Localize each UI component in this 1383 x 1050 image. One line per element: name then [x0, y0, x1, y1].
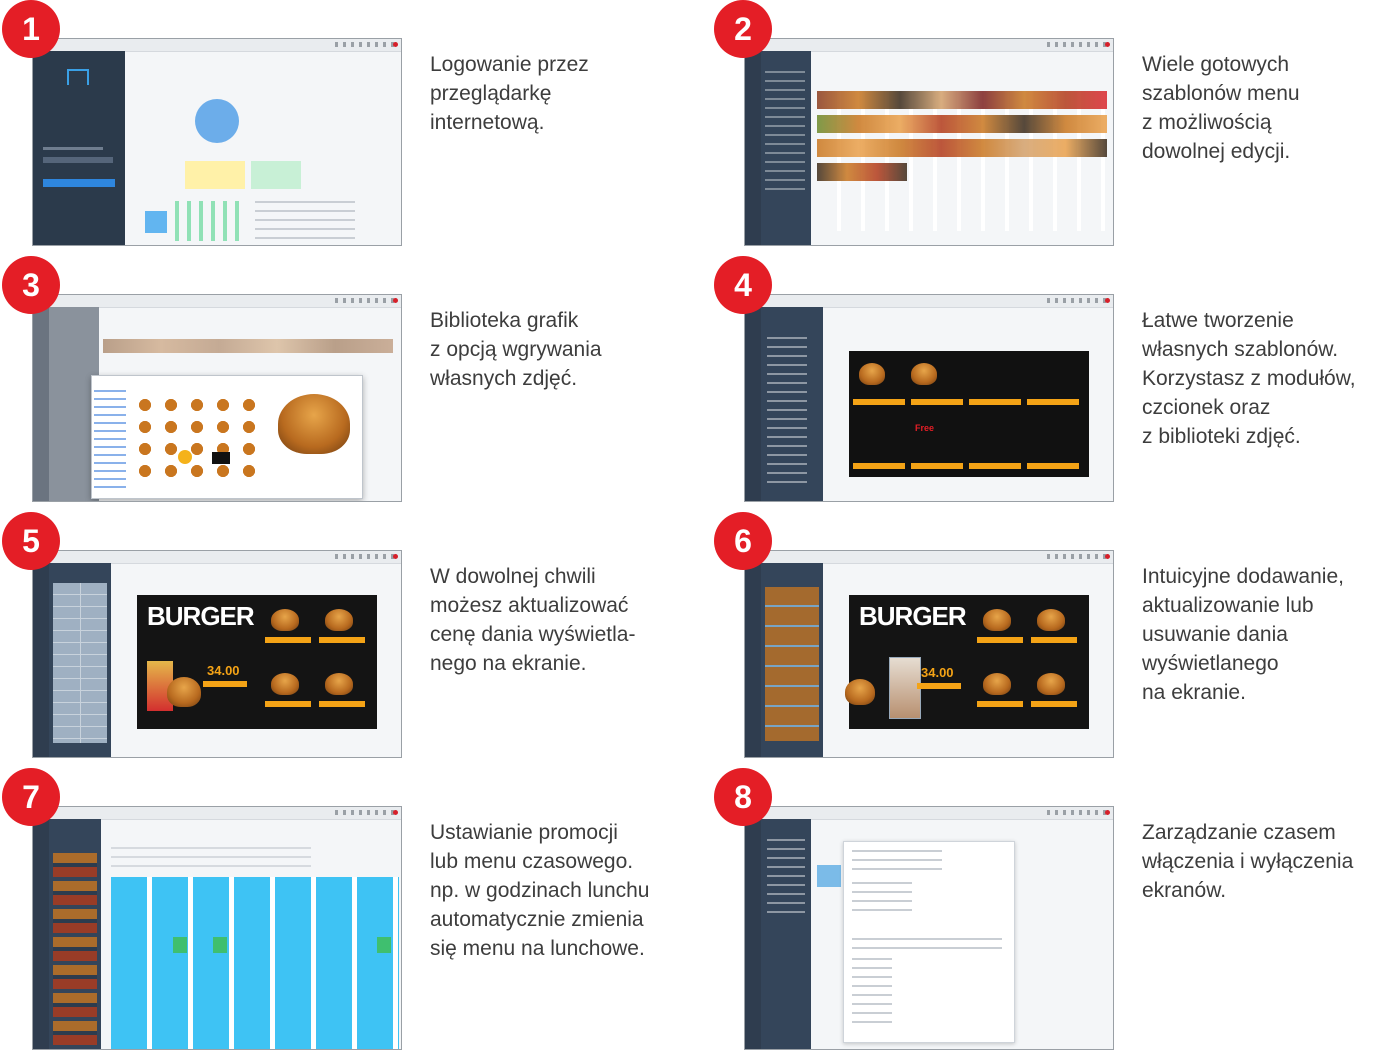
modules-panel	[761, 307, 823, 501]
app-sidebar	[33, 563, 49, 757]
burger-title: BURGER	[147, 601, 255, 631]
app-sidebar	[745, 307, 761, 501]
image-library-screenshot	[32, 294, 402, 502]
template-list-panel	[49, 819, 101, 1049]
step-description: Intuicyjne dodawanie, aktualizowanie lub…	[1142, 565, 1344, 704]
login-field[interactable]	[43, 157, 113, 163]
app-sidebar	[745, 819, 761, 1049]
burger-title: BURGER	[859, 601, 967, 631]
screen-timer-screenshot	[744, 806, 1114, 1050]
login-button[interactable]	[43, 179, 115, 187]
step-description: Biblioteka grafik z opcją wgrywania włas…	[430, 309, 602, 390]
step-7: 7 Ustawianie promocji lub menu czasowego…	[2, 768, 692, 1050]
step-number-badge: 8	[714, 768, 772, 826]
step-2: 2 Wiele gotowych szablonów menu z możliw…	[714, 0, 1383, 250]
logo-icon	[67, 69, 89, 85]
login-screenshot	[32, 38, 402, 246]
step-number-badge: 7	[2, 768, 60, 826]
step-4: 4 Free Łatwe tworzenie własnych szablonó…	[714, 256, 1383, 506]
upload-dialog[interactable]	[91, 375, 363, 499]
dish-edit-screenshot: BURGER 34.00	[744, 550, 1114, 758]
app-sidebar	[745, 563, 761, 757]
dish-image-panel	[761, 563, 823, 757]
step-description: Łatwe tworzenie własnych szablonów. Korz…	[1142, 309, 1356, 448]
module-grid-panel	[49, 563, 111, 757]
power-schedule-dialog[interactable]	[843, 841, 1015, 1043]
burger-menu-board: BURGER 34.00	[137, 595, 377, 729]
step-6: 6 BURGER 34.00 Intuicyjne dodawanie, akt…	[714, 512, 1383, 762]
price-label[interactable]: 34.00	[207, 663, 240, 678]
week-calendar[interactable]	[111, 877, 399, 1049]
step-description: Logowanie przez przeglądarkę internetową…	[430, 53, 589, 134]
step-description: Ustawianie promocji lub menu czasowego. …	[430, 821, 650, 960]
step-3: 3 Biblioteka grafik z opcją wgrywania wł…	[2, 256, 692, 506]
login-panel	[33, 51, 125, 245]
free-label: Free	[915, 423, 935, 433]
burger-menu-board: BURGER 34.00	[845, 595, 1089, 729]
step-5: 5 BURGER 34.00 W dowolnej chwili możesz …	[2, 512, 692, 762]
step-8: 8 Zarządzanie czasem włączenia i wyłącze…	[714, 768, 1383, 1050]
step-number-badge: 4	[714, 256, 772, 314]
step-description: Zarządzanie czasem włączenia i wyłączeni…	[1142, 821, 1354, 902]
price-label[interactable]: 34.00	[921, 665, 954, 680]
schedule-screenshot	[32, 806, 402, 1050]
category-panel	[761, 51, 811, 245]
template-grid	[817, 91, 1107, 231]
step-number-badge: 2	[714, 0, 772, 58]
step-number-badge: 5	[2, 512, 60, 570]
app-sidebar	[745, 51, 761, 245]
step-number-badge: 1	[2, 0, 60, 58]
price-edit-screenshot: BURGER 34.00	[32, 550, 402, 758]
device-thumbnail[interactable]	[817, 865, 841, 887]
dashboard-background	[125, 51, 401, 245]
app-sidebar	[33, 819, 49, 1049]
template-editor-screenshot: Free	[744, 294, 1114, 502]
devices-panel	[761, 819, 811, 1049]
step-description: W dowolnej chwili możesz aktualizować ce…	[430, 565, 636, 675]
step-number-badge: 6	[714, 512, 772, 570]
step-1: 1 Logowanie przez przeglądarkę interneto…	[2, 0, 692, 250]
templates-screenshot	[744, 38, 1114, 246]
burger-preview-image	[278, 394, 350, 454]
menu-board-canvas: Free	[849, 351, 1089, 477]
app-sidebar	[33, 307, 49, 501]
step-number-badge: 3	[2, 256, 60, 314]
step-description: Wiele gotowych szablonów menu z możliwoś…	[1142, 53, 1300, 163]
folder-tree	[94, 390, 126, 490]
